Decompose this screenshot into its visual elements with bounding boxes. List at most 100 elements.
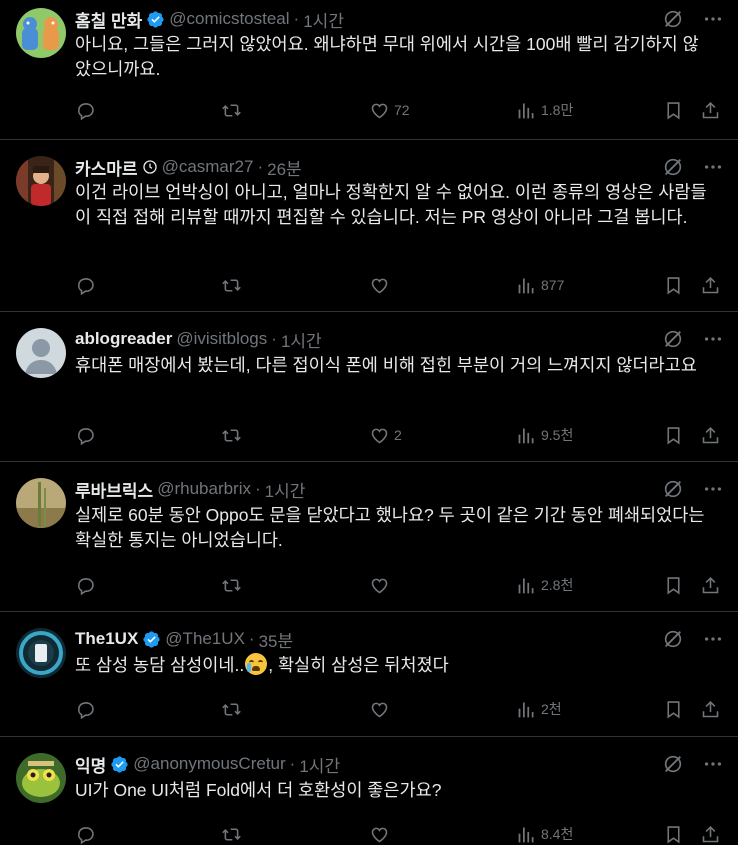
more-options-icon[interactable] [702,156,724,178]
retweet-button[interactable] [221,575,242,596]
reply-button[interactable] [75,275,96,296]
bookmark-button[interactable] [663,699,684,720]
handle[interactable]: @The1UX [165,629,245,649]
bookmark-button[interactable] [663,824,684,845]
reply-button[interactable] [75,425,96,446]
tweet[interactable]: 카스마르 @casmar27 · 26분 이건 라이브 언박싱이 아니고, 얼마… [0,140,738,312]
tweet-header: 카스마르 @casmar27 · 26분 [75,155,302,180]
retweet-button[interactable] [221,824,242,845]
handle[interactable]: @casmar27 [162,157,254,177]
bookmark-button[interactable] [663,575,684,596]
like-button[interactable]: 72 [369,100,410,121]
views-button[interactable]: 1.8만 [516,100,573,121]
separator-dot: · [248,629,255,648]
retweet-button[interactable] [221,100,242,121]
retweet-button[interactable] [221,275,242,296]
like-count: 72 [394,102,410,118]
grok-icon[interactable] [662,753,684,775]
timestamp[interactable]: 26분 [267,155,302,180]
reply-button[interactable] [75,575,96,596]
display-name[interactable]: 홈칠 만화 [75,7,142,32]
views-button[interactable]: 9.5천 [516,425,573,446]
grok-icon[interactable] [662,628,684,650]
views-button[interactable]: 2.8천 [516,575,573,596]
handle[interactable]: @anonymousCretur [133,754,285,774]
timestamp[interactable]: 35분 [259,627,294,652]
reply-button[interactable] [75,824,96,845]
tweet-text: 휴대폰 매장에서 봤는데, 다른 접이식 폰에 비해 접힌 부분이 거의 느껴지… [75,355,697,375]
retweet-button[interactable] [221,425,242,446]
display-name[interactable]: 카스마르 [75,155,138,180]
like-count: 2 [394,427,402,443]
tweet[interactable]: The1UX @The1UX · 35분 또 삼성 농담 삼성이네.. , 확실히… [0,612,738,737]
share-button[interactable] [700,699,721,720]
more-options-icon[interactable] [702,753,724,775]
display-name[interactable]: 루바브릭스 [75,477,153,502]
more-options-icon[interactable] [702,628,724,650]
bookmark-button[interactable] [663,275,684,296]
views-button[interactable]: 877 [516,275,564,296]
handle[interactable]: @comicstosteal [169,9,289,29]
reply-button[interactable] [75,100,96,121]
handle[interactable]: @rhubarbrix [157,479,251,499]
like-button[interactable] [369,824,394,845]
share-button[interactable] [700,275,721,296]
bar-chart-icon [516,824,537,845]
share-button[interactable] [700,575,721,596]
views-button[interactable]: 8.4천 [516,824,573,845]
tweet-actions: 2 9.5천 [75,423,722,447]
grok-icon[interactable] [662,156,684,178]
view-count: 1.8만 [541,102,574,118]
tweet[interactable]: 루바브릭스 @rhubarbrix · 1시간 실제로 60분 동안 Oppo도… [0,462,738,612]
tweet-text-part: , 확실히 삼성은 뒤처졌다 [268,655,449,675]
more-options-icon[interactable] [702,328,724,350]
like-button[interactable] [369,575,394,596]
more-options-icon[interactable] [702,478,724,500]
share-button[interactable] [700,425,721,446]
tweet[interactable]: 홈칠 만화 @comicstosteal · 1시간 아니요, 그들은 그러지 … [0,0,738,140]
more-options-icon[interactable] [702,8,724,30]
display-name[interactable]: The1UX [75,629,138,649]
timestamp[interactable]: 1시간 [265,477,306,502]
avatar[interactable] [16,628,66,678]
heart-icon [369,699,390,720]
timestamp[interactable]: 1시간 [303,7,344,32]
timestamp[interactable]: 1시간 [281,327,322,352]
view-count: 9.5천 [541,427,574,443]
tweet-header-actions [662,8,724,30]
display-name[interactable]: ablogreader [75,329,172,349]
tweet[interactable]: ablogreader @ivisitblogs · 1시간 휴대폰 매장에서 … [0,312,738,462]
retweet-button[interactable] [221,699,242,720]
view-count: 8.4천 [541,826,574,842]
tweet-header-actions [662,156,724,178]
views-button[interactable]: 2천 [516,699,562,720]
reply-button[interactable] [75,699,96,720]
avatar[interactable] [16,328,66,378]
bookmark-icon [663,275,684,296]
share-button[interactable] [700,824,721,845]
avatar[interactable] [16,753,66,803]
timestamp[interactable]: 1시간 [299,752,340,777]
avatar[interactable] [16,478,66,528]
share-button[interactable] [700,100,721,121]
grok-icon[interactable] [662,8,684,30]
bookmark-button[interactable] [663,425,684,446]
tweet-actions: 2.8천 [75,573,722,597]
tweet-header: 루바브릭스 @rhubarbrix · 1시간 [75,477,306,502]
avatar[interactable] [16,156,66,206]
tweet[interactable]: 익명 @anonymousCretur · 1시간 UI가 One UI처럼 F… [0,737,738,845]
bookmark-icon [663,824,684,845]
grok-icon[interactable] [662,478,684,500]
like-button[interactable]: 2 [369,425,402,446]
like-button[interactable] [369,699,394,720]
grok-icon[interactable] [662,328,684,350]
handle[interactable]: @ivisitblogs [176,329,267,349]
tweet-text: 실제로 60분 동안 Oppo도 문을 닫았다고 했나요? 두 곳이 같은 기간… [75,505,705,550]
reply-icon [75,100,96,121]
avatar[interactable] [16,8,66,58]
bookmark-button[interactable] [663,100,684,121]
display-name[interactable]: 익명 [75,752,106,777]
like-button[interactable] [369,275,394,296]
bar-chart-icon [516,425,537,446]
bookmark-icon [663,100,684,121]
